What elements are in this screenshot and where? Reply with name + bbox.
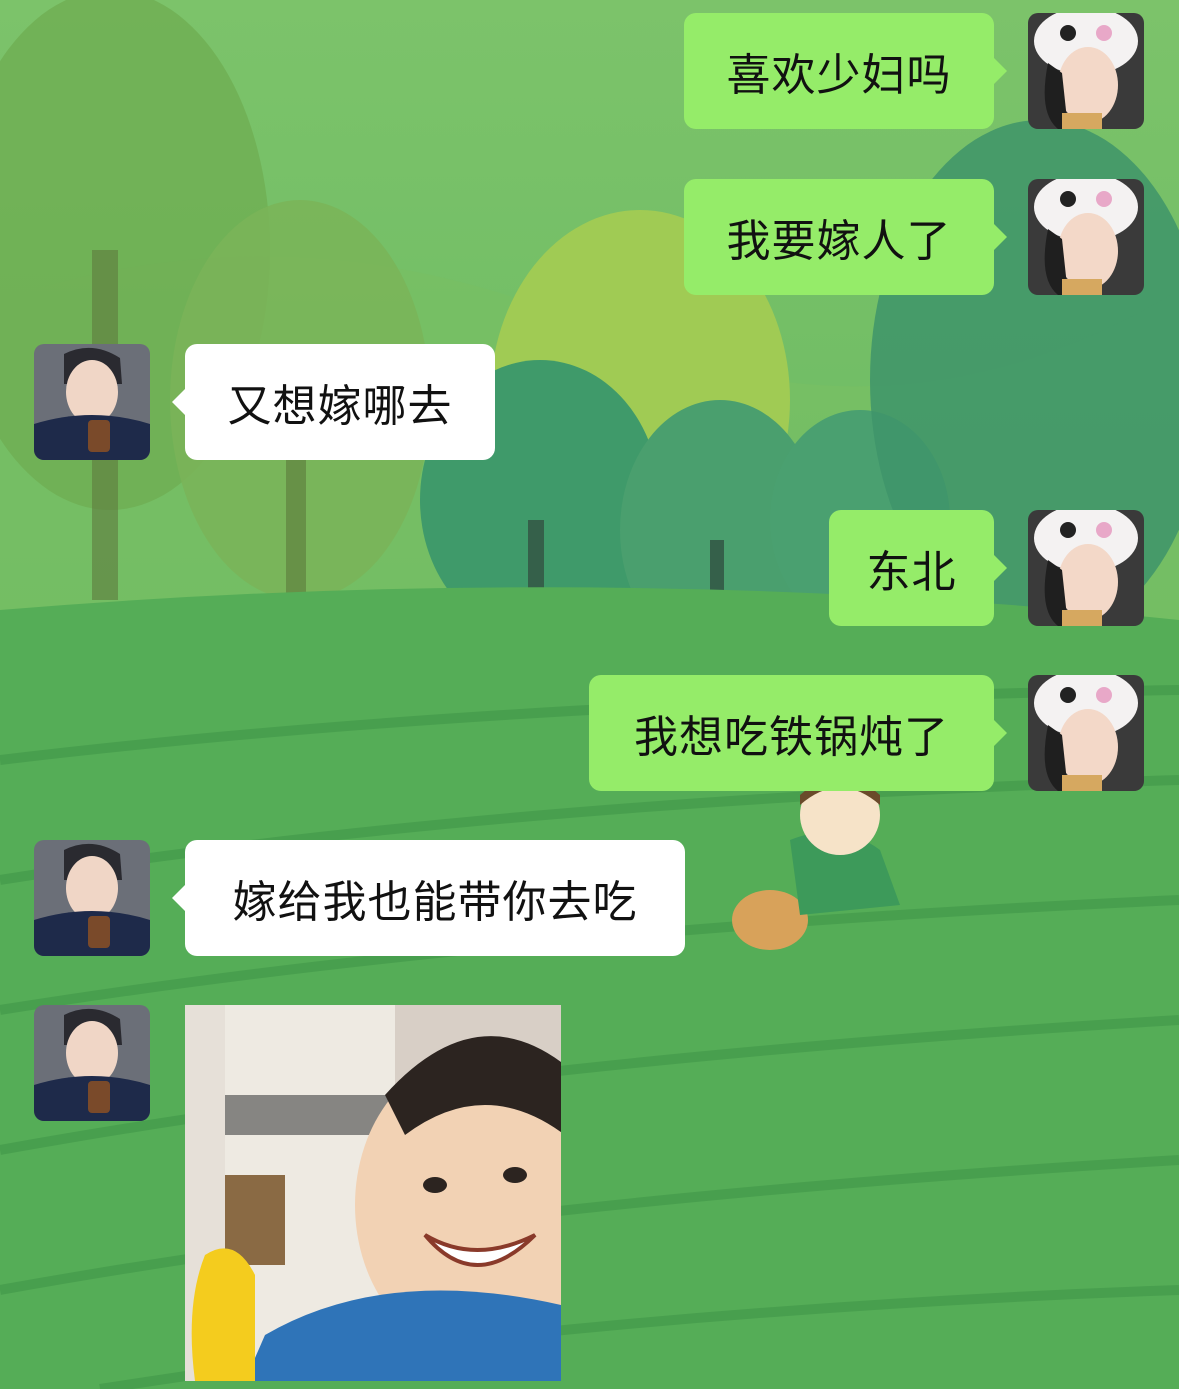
girl-in-white-panda-hat-icon xyxy=(1028,13,1144,129)
smiling-child-with-banana-photo-icon xyxy=(185,1005,561,1381)
man-in-suit-with-drink-icon xyxy=(34,1005,150,1121)
contact-avatar[interactable] xyxy=(34,344,150,460)
sender-avatar[interactable] xyxy=(1028,510,1144,626)
message-bubble[interactable]: 又想嫁哪去 xyxy=(172,344,495,460)
man-in-suit-with-drink-icon xyxy=(34,840,150,956)
sender-avatar[interactable] xyxy=(1028,675,1144,791)
girl-in-white-panda-hat-icon xyxy=(1028,675,1144,791)
contact-avatar[interactable] xyxy=(34,840,150,956)
sender-avatar[interactable] xyxy=(1028,13,1144,129)
message-bubble[interactable]: 我要嫁人了 xyxy=(684,179,1007,295)
contact-avatar[interactable] xyxy=(34,1005,150,1121)
message-bubble[interactable]: 喜欢少妇吗 xyxy=(684,13,1007,129)
image-message[interactable] xyxy=(185,1005,561,1381)
man-in-suit-with-drink-icon xyxy=(34,344,150,460)
message-bubble[interactable]: 我想吃铁锅炖了 xyxy=(589,675,1007,791)
message-bubble[interactable]: 嫁给我也能带你去吃 xyxy=(172,840,685,956)
message-bubble[interactable]: 东北 xyxy=(829,510,1007,626)
girl-in-white-panda-hat-icon xyxy=(1028,179,1144,295)
sender-avatar[interactable] xyxy=(1028,179,1144,295)
girl-in-white-panda-hat-icon xyxy=(1028,510,1144,626)
